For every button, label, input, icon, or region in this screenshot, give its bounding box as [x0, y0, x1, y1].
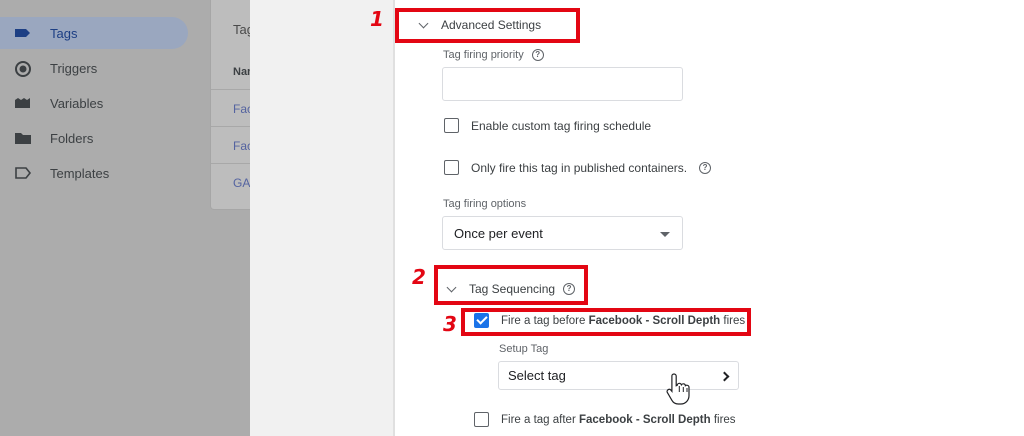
help-icon[interactable]: ?: [699, 161, 712, 174]
dropdown-arrow-icon: [660, 232, 670, 237]
sidebar-item-tags[interactable]: Tags: [0, 17, 188, 49]
checkbox-label: Enable custom tag firing schedule: [471, 118, 652, 133]
setup-tag-select[interactable]: Select tag: [498, 361, 739, 390]
tag-name: Facebook - Scroll Depth: [578, 413, 711, 426]
sidebar-item-label: Variables: [50, 95, 104, 111]
tag-firing-priority-input[interactable]: [442, 67, 683, 101]
sidebar-item-variables[interactable]: Variables: [0, 87, 188, 119]
screen: Tags Triggers Variables Folders Template…: [0, 0, 1024, 436]
table-cell[interactable]: GA: [233, 176, 250, 190]
variables-icon: [14, 96, 32, 110]
help-icon[interactable]: ?: [531, 49, 544, 61]
annotation-box-advanced-settings: [395, 8, 580, 43]
select-value: Select tag: [508, 368, 566, 383]
tag-firing-priority-label: Tag firing priority ?: [443, 49, 544, 61]
checkbox-label: Only fire this tag in published containe…: [471, 160, 688, 175]
hand-pointer-icon: [666, 373, 690, 405]
chevron-right-icon: [719, 371, 730, 382]
custom-schedule-checkbox-row[interactable]: Enable custom tag firing schedule: [444, 118, 651, 133]
annotation-number-3: 3: [443, 312, 457, 336]
sidebar-item-label: Folders: [50, 130, 94, 146]
label-text: Tag firing priority: [443, 49, 524, 61]
label-suffix: fires: [710, 413, 736, 426]
fire-after-checkbox[interactable]: [474, 412, 489, 427]
fire-after-checkbox-row[interactable]: Fire a tag after Facebook - Scroll Depth…: [474, 412, 736, 427]
sidebar-item-label: Tags: [50, 25, 78, 41]
published-only-checkbox-row[interactable]: Only fire this tag in published containe…: [444, 160, 712, 175]
sidebar-item-triggers[interactable]: Triggers: [0, 52, 188, 84]
sidebar: Tags Triggers Variables Folders Template…: [0, 0, 200, 436]
panel-gutter: [250, 0, 395, 436]
annotation-number-2: 2: [412, 265, 426, 289]
tag-icon: [14, 26, 32, 40]
setup-tag-label: Setup Tag: [499, 343, 549, 355]
annotation-box-tag-sequencing: [434, 265, 588, 305]
checkbox-label: Fire a tag after Facebook - Scroll Depth…: [501, 414, 736, 426]
template-icon: [14, 166, 32, 180]
label-prefix: Fire a tag after: [501, 413, 579, 426]
sidebar-item-label: Templates: [50, 165, 110, 181]
tag-firing-options-label: Tag firing options: [443, 198, 527, 210]
select-value: Once per event: [454, 225, 543, 241]
trigger-icon: [14, 61, 32, 77]
sidebar-item-folders[interactable]: Folders: [0, 122, 188, 154]
custom-schedule-checkbox[interactable]: [444, 118, 459, 133]
annotation-number-1: 1: [370, 7, 384, 31]
published-only-checkbox[interactable]: [444, 160, 459, 175]
folder-icon: [14, 131, 32, 145]
annotation-box-fire-before: [461, 308, 751, 336]
sidebar-item-label: Triggers: [50, 60, 98, 76]
tag-firing-options-select[interactable]: Once per event: [442, 216, 683, 250]
sidebar-item-templates[interactable]: Templates: [0, 157, 188, 189]
